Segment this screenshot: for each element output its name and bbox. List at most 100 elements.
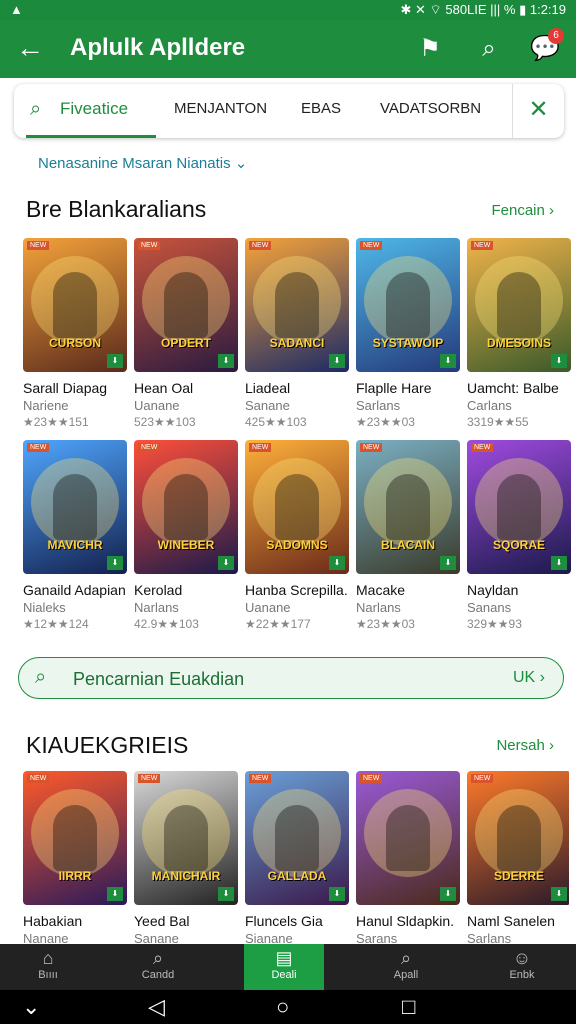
game-rating: ★22★★177 — [245, 617, 311, 631]
game-card[interactable]: NEW WINEBER ⬇ Kerolad Narlans 42.9★★103 — [134, 440, 238, 631]
install-icon[interactable]: ⬇ — [107, 556, 123, 570]
game-thumbnail[interactable]: NEW SADANCI ⬇ — [245, 238, 349, 372]
game-card[interactable]: NEW SADANCI ⬇ Liadeal Sanane 425★★103 — [245, 238, 349, 429]
filter-dropdown[interactable]: Nenasanine Msaran Nianatis ⌄ — [38, 154, 247, 172]
tab-menjanton[interactable]: MENJANTON — [174, 84, 267, 138]
game-rating: 42.9★★103 — [134, 617, 199, 631]
game-rating: 523★★103 — [134, 415, 196, 429]
game-card[interactable]: NEW DMESOINS ⬇ Uamcht: Balbe Carlans 3319★★55 — [467, 238, 571, 429]
see-more-link[interactable]: Fencain › — [491, 202, 554, 219]
install-icon[interactable]: ⬇ — [329, 556, 345, 570]
game-thumbnail[interactable]: NEW OPDERT ⬇ — [134, 238, 238, 372]
game-thumbnail[interactable]: NEW SDERRE ⬇ — [467, 771, 569, 905]
back-triangle-icon[interactable]: ◁ — [148, 994, 165, 1020]
game-name: Fluncels Gia — [245, 913, 323, 929]
game-logo: BLACAIN — [381, 538, 435, 552]
game-developer: Uanane — [134, 398, 180, 413]
game-thumbnail[interactable]: NEW SYSTAWOIP ⬇ — [356, 238, 460, 372]
game-card[interactable]: NEW MANICHAIR ⬇ Yeed Bal Sanane — [134, 771, 238, 943]
nav-label: Enbk — [509, 969, 535, 981]
game-card[interactable]: NEW SYSTAWOIP ⬇ Flaplle Hare Sarlans ★23★★03 — [356, 238, 460, 429]
hero-figure — [275, 805, 319, 871]
install-icon[interactable]: ⬇ — [107, 354, 123, 368]
status-left: ▲ — [10, 2, 23, 17]
back-arrow-icon[interactable]: ← — [16, 34, 46, 64]
game-rating: 425★★103 — [245, 415, 307, 429]
install-icon[interactable]: ⬇ — [551, 556, 567, 570]
game-card[interactable]: NEW SQORAE ⬇ Nayldan Sanans 329★★93 — [467, 440, 571, 631]
install-icon[interactable]: ⬇ — [218, 887, 234, 901]
game-thumbnail[interactable]: NEW BLACAIN ⬇ — [356, 440, 460, 574]
install-icon[interactable]: ⬇ — [218, 556, 234, 570]
game-card[interactable]: NEW MAVICHR ⬇ Ganaild Adapian Nialeks ★12★★12… — [23, 440, 127, 631]
install-icon[interactable]: ⬇ — [440, 354, 456, 368]
search-bar[interactable]: ⌕ Pencarnian Euakdian UK › — [18, 657, 564, 699]
game-rating: 3319★★55 — [467, 415, 529, 429]
hero-figure — [53, 474, 97, 540]
close-icon[interactable]: ✕ — [512, 84, 564, 138]
install-icon[interactable]: ⬇ — [107, 887, 123, 901]
bookmark-icon[interactable]: ⚑ — [415, 34, 445, 64]
notification-badge: 6 — [548, 28, 564, 44]
game-card[interactable]: NEW OPDERT ⬇ Hean Oal Uanane 523★★103 — [134, 238, 238, 429]
game-thumbnail[interactable]: NEW SADOMNS ⬇ — [245, 440, 349, 574]
search-icon: ⌕ — [30, 98, 42, 120]
game-logo: GALLADA — [267, 869, 327, 883]
hero-figure — [275, 474, 319, 540]
search-action[interactable]: UK › — [513, 669, 545, 687]
hero-figure — [386, 474, 430, 540]
tag-badge: NEW — [27, 443, 50, 452]
hero-figure — [497, 272, 541, 338]
search-icon: ⌕ — [35, 666, 47, 688]
game-logo: SDERRE — [493, 869, 544, 883]
see-more-link[interactable]: Nersah › — [496, 737, 554, 754]
game-developer: Uanane — [245, 600, 291, 615]
nav-item[interactable]: ⌂ Bıııı — [8, 944, 88, 990]
install-icon[interactable]: ⬇ — [218, 354, 234, 368]
game-thumbnail[interactable]: NEW MANICHAIR ⬇ — [134, 771, 238, 905]
tab-ebas[interactable]: EBAS — [301, 84, 341, 138]
game-card[interactable]: NEW IIRRR ⬇ Habakian Nanane — [23, 771, 127, 943]
hero-figure — [164, 272, 208, 338]
install-icon[interactable]: ⬇ — [440, 556, 456, 570]
install-icon[interactable]: ⬇ — [329, 354, 345, 368]
game-thumbnail[interactable]: NEW MAVICHR ⬇ — [23, 440, 127, 574]
game-card[interactable]: NEW SADOMNS ⬇ Hanba Screpilla. Uanane ★22★★17… — [245, 440, 349, 631]
tab-vadatsorbn[interactable]: VADATSORBN — [380, 84, 481, 138]
game-card[interactable]: NEW CURSON ⬇ Sarall Diapag Nariene ★23★★151 — [23, 238, 127, 429]
game-thumbnail[interactable]: NEW DMESOINS ⬇ — [467, 238, 571, 372]
home-circle-icon[interactable]: ○ — [276, 994, 289, 1020]
install-icon[interactable]: ⬇ — [551, 887, 567, 901]
game-thumbnail[interactable]: NEW SQORAE ⬇ — [467, 440, 571, 574]
install-icon[interactable]: ⬇ — [440, 887, 456, 901]
game-thumbnail[interactable]: NEW CURSON ⬇ — [23, 238, 127, 372]
game-thumbnail[interactable]: NEW WINEBER ⬇ — [134, 440, 238, 574]
install-icon[interactable]: ⬇ — [329, 887, 345, 901]
hero-figure — [275, 272, 319, 338]
install-icon[interactable]: ⬇ — [551, 354, 567, 368]
nav-icon: ⌕ — [400, 948, 412, 968]
game-card[interactable]: NEW ⬇ Hanul Sldapkin. Sarans — [356, 771, 460, 943]
game-logo: CURSON — [48, 336, 101, 350]
nav-item[interactable]: ☺ Enbk — [482, 944, 562, 990]
game-logo: DMESOINS — [486, 336, 551, 350]
game-card[interactable]: NEW GALLADA ⬇ Fluncels Gia Sianane — [245, 771, 349, 943]
nav-item[interactable]: ⌕ Candd — [118, 944, 198, 990]
recents-square-icon[interactable]: □ — [402, 994, 415, 1020]
chat-icon[interactable]: 💬 6 — [530, 28, 564, 64]
game-thumbnail[interactable]: NEW IIRRR ⬇ — [23, 771, 127, 905]
system-navigation: ⌄ ◁ ○ □ — [0, 990, 576, 1024]
game-card[interactable]: NEW BLACAIN ⬇ Macake Narlans ★23★★03 — [356, 440, 460, 631]
tab-fiveatice[interactable]: ⌕ Fiveatice — [26, 84, 156, 138]
search-icon[interactable]: ⌕ — [474, 34, 504, 64]
nav-item[interactable]: ⌕ Apall — [366, 944, 446, 990]
status-right: ✱ ✕ ⌔ 580LIE ||| % ▮ 1:2:19 — [400, 2, 566, 17]
game-logo: WINEBER — [157, 538, 215, 552]
game-card[interactable]: NEW SDERRE ⬇ Naml Sanelen Sarlans — [467, 771, 569, 943]
nav-item[interactable]: ▤ Deali — [244, 944, 324, 990]
game-logo: SADOMNS — [266, 538, 328, 552]
game-thumbnail[interactable]: NEW ⬇ — [356, 771, 460, 905]
game-grid-2: NEW MAVICHR ⬇ Ganaild Adapian Nialeks ★12★★12… — [23, 440, 571, 635]
chevron-down-icon[interactable]: ⌄ — [22, 994, 40, 1020]
game-thumbnail[interactable]: NEW GALLADA ⬇ — [245, 771, 349, 905]
